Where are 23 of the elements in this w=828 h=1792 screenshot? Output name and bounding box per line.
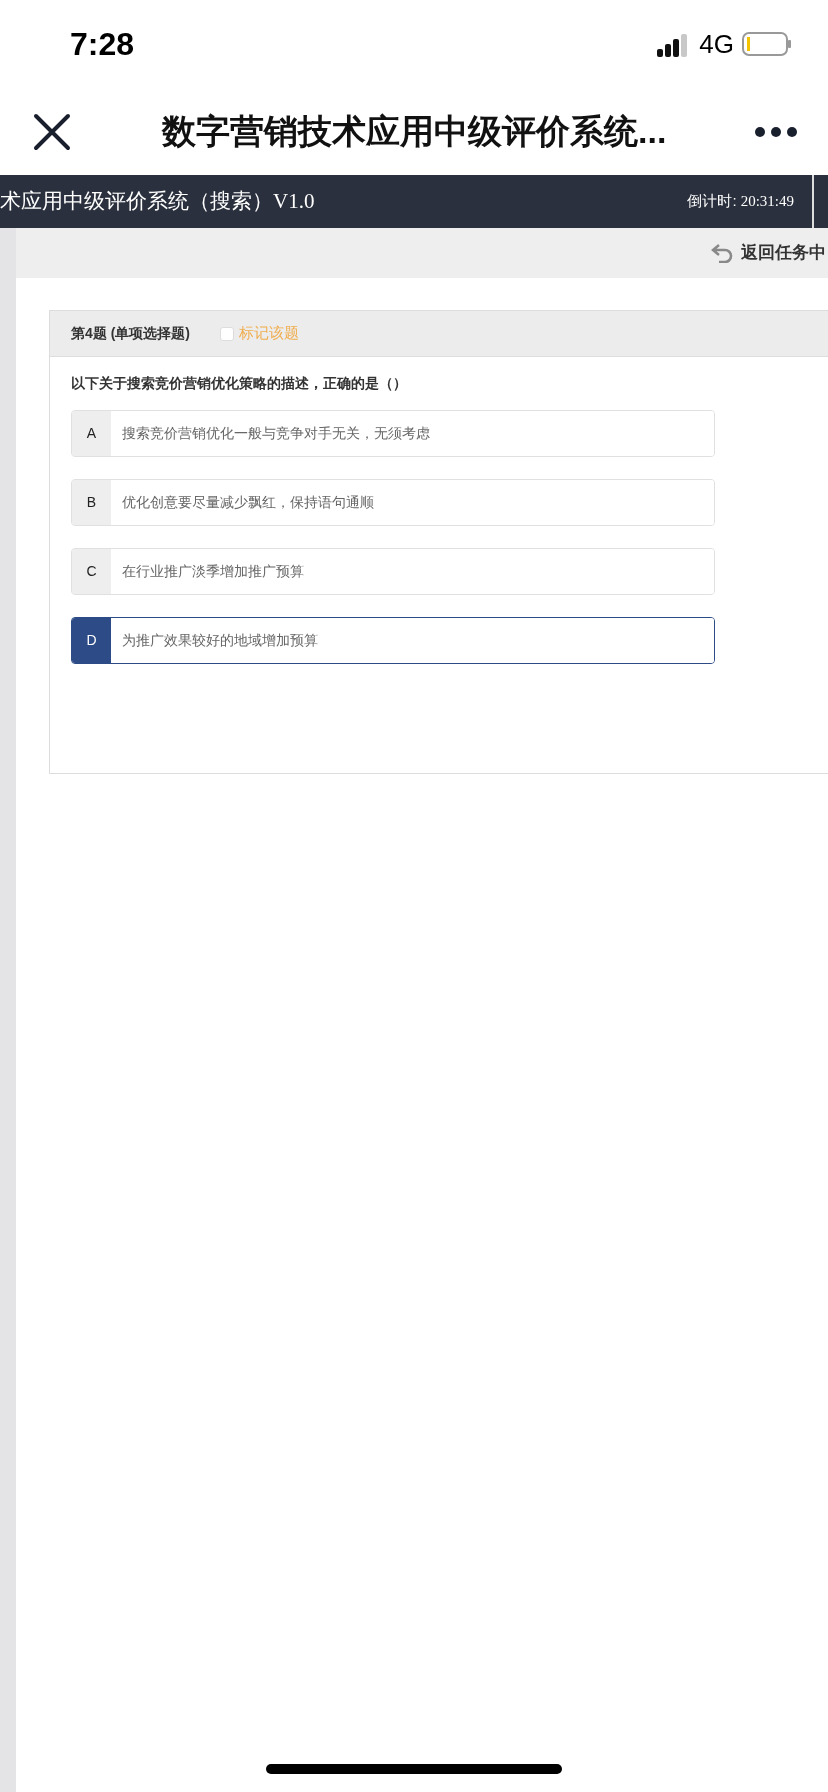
app-title: 术应用中级评价系统（搜索）V1.0	[0, 187, 315, 215]
page-title: 数字营销技术应用中级评价系统...	[162, 111, 667, 152]
option-letter: D	[72, 618, 111, 663]
answer-option[interactable]: B 优化创意要尽量减少飘红，保持语句通顺	[71, 479, 715, 526]
answer-option[interactable]: C 在行业推广淡季增加推广预算	[71, 548, 715, 595]
question-heading: 第4题 (单项选择题)	[71, 324, 190, 343]
back-to-tasks-button[interactable]: 返回任务中	[711, 240, 826, 266]
mark-label: 标记该题	[239, 323, 299, 344]
battery-icon	[742, 31, 792, 57]
mark-checkbox[interactable]	[220, 326, 234, 341]
countdown-label: 倒计时:	[687, 191, 737, 212]
option-letter: C	[72, 549, 111, 594]
answer-option[interactable]: D 为推广效果较好的地域增加预算	[71, 617, 715, 664]
status-time: 7:28	[70, 25, 135, 64]
option-letter: B	[72, 480, 111, 525]
close-icon[interactable]	[32, 111, 72, 152]
question-text: 以下关于搜索竞价营销优化策略的描述，正确的是（）	[71, 374, 408, 393]
back-icon	[711, 243, 733, 263]
network-label: 4G	[699, 27, 734, 61]
answer-option[interactable]: A 搜索竞价营销优化一般与竞争对手无关，无须考虑	[71, 410, 715, 457]
more-icon[interactable]	[754, 125, 798, 138]
countdown-timer: 20:31:49	[740, 192, 794, 212]
option-letter: A	[72, 411, 111, 456]
